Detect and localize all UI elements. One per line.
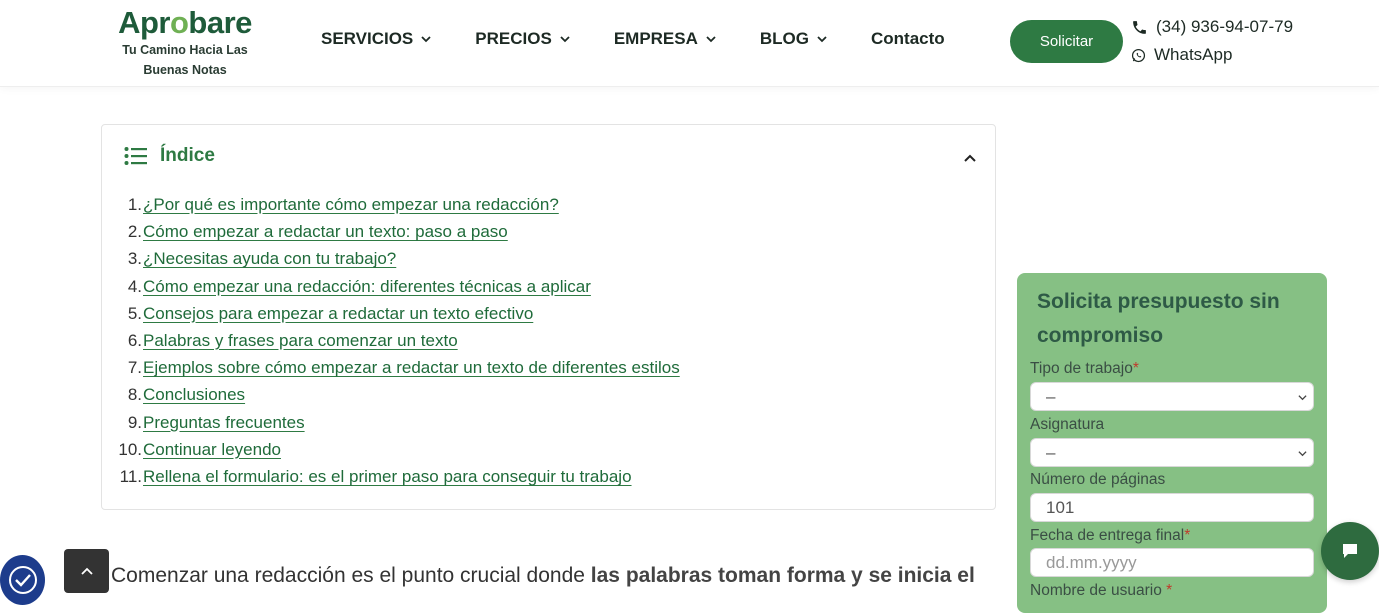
toc-link[interactable]: Rellena el formulario: es el primer paso… bbox=[143, 463, 632, 490]
accessibility-icon bbox=[8, 566, 37, 594]
toc-header[interactable]: Índice bbox=[124, 145, 215, 167]
list-item: 1. ¿Por qué es importante cómo empezar un… bbox=[114, 191, 680, 218]
chat-button[interactable] bbox=[1321, 522, 1379, 580]
site-header: Aprobare Tu Camino Hacia Las Buenas Nota… bbox=[0, 0, 1379, 87]
asignatura-label: Asignatura bbox=[1030, 416, 1105, 433]
logo-wordmark: Aprobare bbox=[118, 5, 252, 40]
toc-link[interactable]: Continuar leyendo bbox=[143, 436, 281, 463]
chevron-up-icon[interactable] bbox=[963, 151, 977, 165]
chevron-down-icon bbox=[1298, 451, 1307, 457]
fecha-input[interactable]: dd.mm.yyyy bbox=[1030, 548, 1314, 577]
toc-list: 1. ¿Por qué es importante cómo empezar un… bbox=[114, 191, 680, 490]
nav-empresa[interactable]: EMPRESA bbox=[614, 29, 716, 49]
phone-icon bbox=[1133, 20, 1146, 34]
list-item: 6. Palabras y frases para comenzar un tex… bbox=[114, 327, 680, 354]
toc-link[interactable]: Conclusiones bbox=[143, 381, 245, 408]
chat-icon bbox=[1343, 544, 1357, 558]
tipo-select[interactable]: – bbox=[1030, 382, 1314, 411]
list-icon bbox=[124, 147, 147, 165]
form-title: Solicita presupuesto sin compromiso bbox=[1037, 290, 1280, 347]
site-logo[interactable]: Aprobare Tu Camino Hacia Las Buenas Nota… bbox=[114, 6, 256, 80]
tipo-label: Tipo de trabajo* bbox=[1030, 360, 1139, 377]
main-nav: SERVICIOS PRECIOS EMPRESA BLOG Contacto bbox=[321, 29, 989, 49]
logo-tagline-2: Buenas Notas bbox=[143, 63, 227, 77]
asignatura-select[interactable]: – bbox=[1030, 438, 1314, 467]
paginas-input[interactable]: 101 bbox=[1030, 493, 1314, 522]
whatsapp-icon bbox=[1131, 48, 1146, 62]
solicitar-button[interactable]: Solicitar bbox=[1010, 20, 1123, 63]
fecha-label: Fecha de entrega final* bbox=[1030, 527, 1191, 544]
toc-link[interactable]: Consejos para empezar a redactar un text… bbox=[143, 300, 533, 327]
toc-link[interactable]: Ejemplos sobre cómo empezar a redactar u… bbox=[143, 354, 680, 381]
chevron-down-icon bbox=[706, 36, 716, 43]
nav-precios[interactable]: PRECIOS bbox=[475, 29, 570, 49]
list-item: 8. Conclusiones bbox=[114, 381, 680, 408]
logo-tagline-1: Tu Camino Hacia Las bbox=[122, 43, 248, 57]
list-item: 9. Preguntas frecuentes bbox=[114, 409, 680, 436]
list-item: 3. ¿Necesitas ayuda con tu trabajo? bbox=[114, 245, 680, 272]
usuario-label: Nombre de usuario * bbox=[1030, 582, 1173, 599]
toc-title: Índice bbox=[160, 145, 215, 166]
whatsapp-link[interactable]: WhatsApp bbox=[1131, 45, 1232, 65]
list-item: 5. Consejos para empezar a redactar un te… bbox=[114, 300, 680, 327]
chevron-down-icon bbox=[560, 36, 570, 43]
list-item: 11. Rellena el formulario: es el primer p… bbox=[114, 463, 680, 490]
whatsapp-label: WhatsApp bbox=[1154, 45, 1233, 64]
list-item: 10. Continuar leyendo bbox=[114, 436, 680, 463]
chevron-down-icon bbox=[817, 36, 827, 43]
lead-paragraph: Comenzar una redacción es el punto cruci… bbox=[111, 564, 975, 587]
phone-link[interactable]: (34) 936-94-07-79 bbox=[1131, 17, 1293, 37]
list-item: 7. Ejemplos sobre cómo empezar a redactar… bbox=[114, 354, 680, 381]
toc-link[interactable]: Palabras y frases para comenzar un texto bbox=[143, 327, 458, 354]
chevron-down-icon bbox=[421, 36, 431, 43]
toc-link[interactable]: Cómo empezar a redactar un texto: paso a… bbox=[143, 218, 508, 245]
accessibility-button[interactable] bbox=[0, 555, 45, 605]
nav-contacto[interactable]: Contacto bbox=[871, 29, 945, 49]
list-item: 2. Cómo empezar a redactar un texto: paso… bbox=[114, 218, 680, 245]
phone-number: (34) 936-94-07-79 bbox=[1156, 17, 1294, 36]
nav-servicios[interactable]: SERVICIOS bbox=[321, 29, 431, 49]
chevron-down-icon bbox=[1298, 395, 1307, 401]
table-of-contents: Índice 1. ¿Por qué es importante cómo emp… bbox=[101, 124, 996, 510]
quote-form: Solicita presupuesto sin compromiso Tipo… bbox=[1017, 273, 1327, 613]
list-item: 4. Cómo empezar una redacción: diferentes… bbox=[114, 273, 680, 300]
toc-link[interactable]: ¿Necesitas ayuda con tu trabajo? bbox=[143, 245, 396, 272]
toc-link[interactable]: Cómo empezar una redacción: diferentes t… bbox=[143, 273, 591, 300]
scroll-top-button[interactable] bbox=[64, 549, 109, 593]
nav-blog[interactable]: BLOG bbox=[760, 29, 827, 49]
paginas-label: Número de páginas bbox=[1030, 471, 1166, 488]
toc-link[interactable]: Preguntas frecuentes bbox=[143, 409, 305, 436]
chevron-up-icon bbox=[80, 567, 93, 575]
toc-link[interactable]: ¿Por qué es importante cómo empezar una … bbox=[143, 191, 559, 218]
